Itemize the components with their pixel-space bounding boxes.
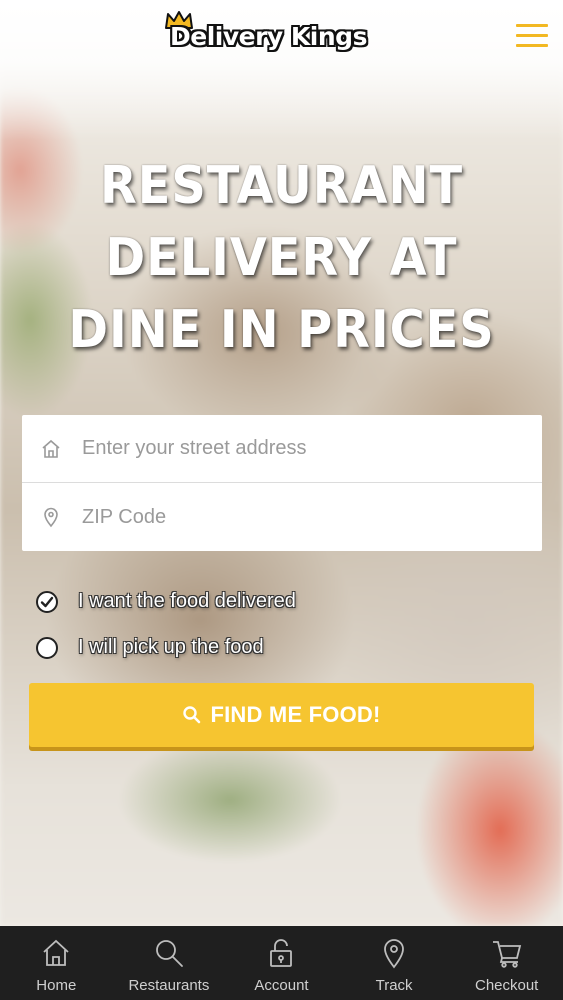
app-logo[interactable]: Delivery Kings: [170, 22, 367, 51]
hero-line-3: DINE IN PRICES: [68, 300, 495, 360]
delivery-radio[interactable]: [36, 590, 58, 613]
app-header: Delivery Kings: [0, 0, 563, 80]
hero-line-1: RESTAURANT: [99, 156, 464, 216]
tab-home-label: Home: [36, 977, 77, 994]
pickup-option-label: I will pick up the food: [78, 636, 264, 658]
tab-account-label: Account: [254, 977, 309, 994]
address-input[interactable]: [82, 437, 502, 460]
home-icon: [40, 438, 62, 460]
tab-track-label: Track: [375, 977, 413, 994]
tab-checkout[interactable]: Checkout: [450, 926, 563, 1000]
tab-restaurants-label: Restaurants: [128, 977, 210, 994]
tab-checkout-label: Checkout: [474, 977, 539, 994]
zip-input[interactable]: [82, 505, 502, 529]
cart-icon: [492, 941, 521, 968]
home-icon: [43, 939, 69, 966]
location-pin-icon: [40, 506, 62, 528]
delivery-option-label: I want the food delivered: [78, 590, 296, 612]
delivery-option[interactable]: I want the food delivered: [36, 590, 296, 613]
zip-field[interactable]: [22, 483, 542, 551]
tab-home[interactable]: Home: [0, 926, 113, 1000]
tab-restaurants[interactable]: Restaurants: [113, 926, 226, 1000]
bottom-tab-bar: Home Restaurants Account Track Checkout: [0, 926, 563, 1000]
pickup-option[interactable]: I will pick up the food: [36, 636, 264, 659]
search-icon: [183, 706, 201, 724]
search-icon: [155, 940, 183, 967]
hero-headline: RESTAURANT DELIVERY AT DINE IN PRICES: [0, 150, 563, 366]
find-food-button[interactable]: FIND ME FOOD!: [29, 683, 534, 747]
find-food-label: FIND ME FOOD!: [210, 702, 381, 727]
address-field[interactable]: [22, 415, 542, 483]
tab-account[interactable]: Account: [225, 926, 338, 1000]
tab-track[interactable]: Track: [338, 926, 451, 1000]
pickup-radio[interactable]: [36, 636, 58, 659]
address-form: [22, 415, 542, 551]
hero-line-2: DELIVERY AT: [105, 228, 458, 288]
menu-icon[interactable]: [516, 24, 548, 50]
checkmark-icon: [40, 596, 54, 607]
location-pin-icon: [384, 939, 404, 969]
lock-icon: [270, 939, 293, 967]
